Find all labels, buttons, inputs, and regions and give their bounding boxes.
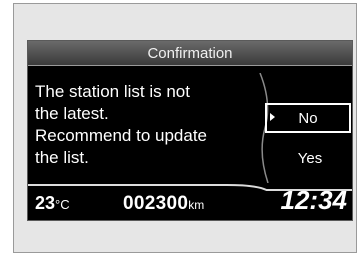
display-screen: Confirmation The station list is not the…: [27, 40, 353, 221]
temperature-unit: °C: [55, 197, 70, 212]
odometer-unit: km: [188, 198, 205, 212]
option-yes-button[interactable]: Yes: [275, 145, 345, 171]
selection-arrow-icon: [270, 113, 275, 121]
odometer-value: 002300: [123, 193, 189, 214]
clock: 12:34: [280, 185, 348, 215]
message-line: Recommend to update: [35, 126, 207, 145]
status-bar: 23°C 002300km 12:34: [28, 184, 352, 220]
dialog-title: Confirmation: [147, 44, 233, 62]
message-line: the list.: [35, 148, 89, 167]
dialog-message: The station list is not the latest. Reco…: [35, 81, 250, 169]
message-line: the latest.: [35, 104, 109, 123]
option-no-label: No: [298, 109, 318, 127]
message-line: The station list is not: [35, 82, 190, 101]
outside-temperature: 23°C: [35, 193, 70, 214]
temperature-value: 23: [35, 193, 56, 213]
odometer: 002300km: [123, 193, 204, 215]
option-no-button[interactable]: No: [265, 103, 351, 133]
option-yes-label: Yes: [297, 149, 323, 167]
dialog-title-bar: Confirmation: [28, 41, 352, 66]
